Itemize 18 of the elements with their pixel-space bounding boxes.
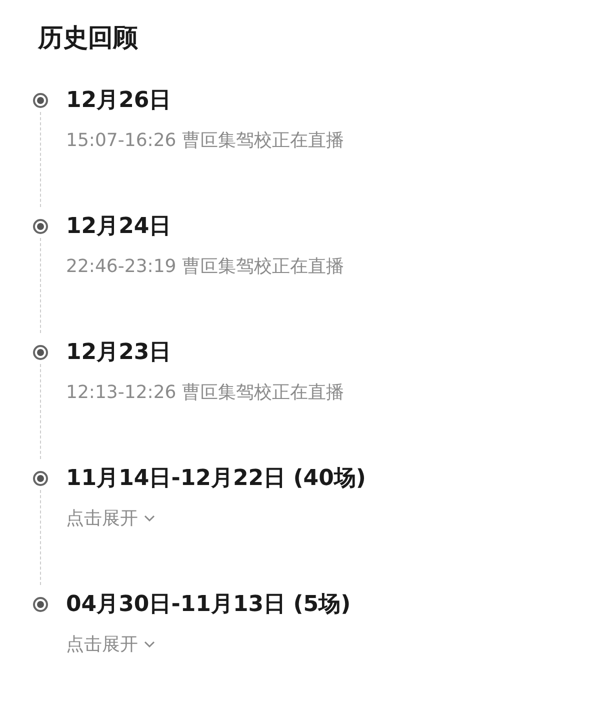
- session-detail: 15:07-16:26 曹叵集驾校正在直播: [66, 128, 344, 152]
- section-title: 历史回顾: [38, 22, 139, 54]
- entry-date: 12月26日: [66, 86, 172, 114]
- session-detail: 12:13-12:26 曹叵集驾校正在直播: [66, 380, 344, 404]
- timeline-dot: [32, 470, 48, 486]
- expand-link[interactable]: 点击展开: [66, 498, 155, 538]
- entry-date: 04月30日-11月13日 (5场): [66, 590, 351, 618]
- entry-date: 12月24日: [66, 212, 172, 240]
- session-detail: 22:46-23:19 曹叵集驾校正在直播: [66, 254, 344, 278]
- chevron-down-icon: [144, 641, 155, 648]
- timeline-dot: [32, 344, 48, 360]
- entry-date: 12月23日: [66, 338, 172, 366]
- timeline-dot: [32, 218, 48, 234]
- timeline-dot: [32, 92, 48, 108]
- expand-link[interactable]: 点击展开: [66, 624, 155, 664]
- timeline-dot: [32, 596, 48, 612]
- chevron-down-icon: [144, 515, 155, 522]
- entry-date: 11月14日-12月22日 (40场): [66, 464, 366, 492]
